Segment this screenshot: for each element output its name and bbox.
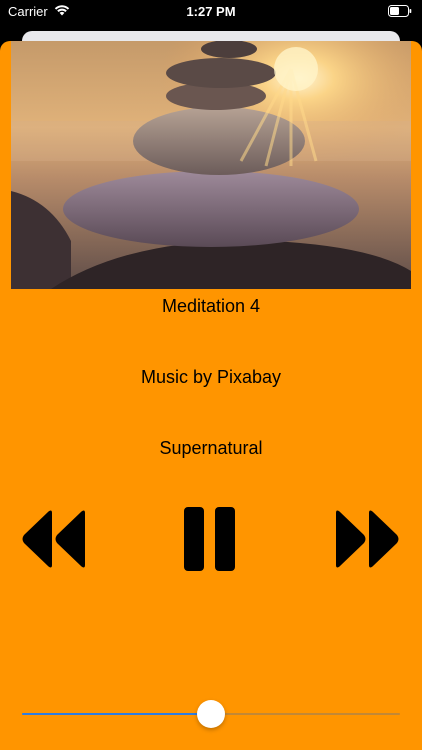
battery-icon [388,5,412,17]
status-time: 1:27 PM [186,4,236,19]
progress-slider[interactable] [22,699,400,729]
slider-thumb[interactable] [197,700,225,728]
player-panel: Meditation 4 Music by Pixabay Supernatur… [0,41,422,750]
status-bar: Carrier 1:27 PM [0,0,422,24]
pause-icon [184,507,238,575]
album-name: Supernatural [159,438,263,458]
rewind-button[interactable] [21,507,87,571]
track-credit: Music by Pixabay [140,367,282,387]
fast-forward-button[interactable] [334,507,400,571]
fast-forward-icon [334,510,400,575]
slider-fill [22,713,211,715]
track-title: Meditation 4 [161,296,261,316]
pause-button[interactable] [184,507,238,571]
playback-controls [0,507,422,571]
rewind-icon [21,510,87,575]
album-artwork [11,41,411,289]
